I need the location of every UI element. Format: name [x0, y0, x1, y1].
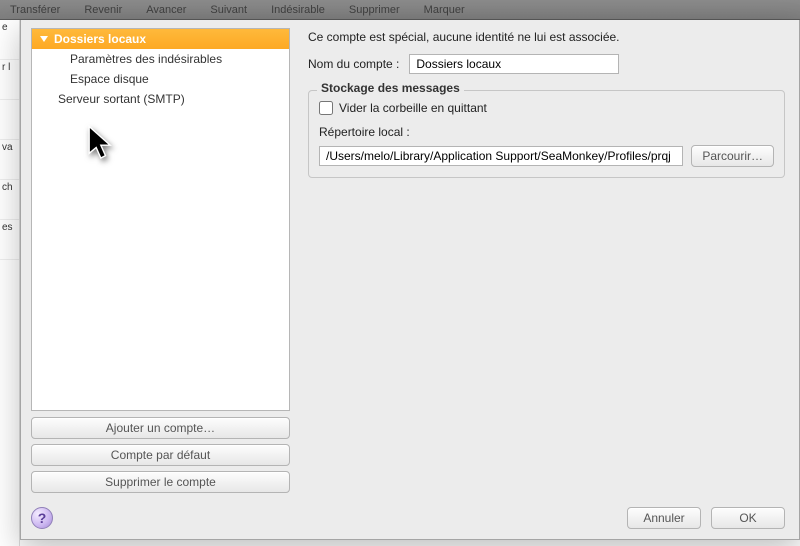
- account-tree-panel: Dossiers locaux Paramètres des indésirab…: [21, 20, 296, 499]
- browse-button[interactable]: Parcourir…: [691, 145, 774, 167]
- tree-group-local-folders[interactable]: Dossiers locaux: [32, 29, 289, 49]
- toolbar-item[interactable]: Indésirable: [271, 4, 325, 16]
- help-button[interactable]: ?: [31, 507, 53, 529]
- account-name-label: Nom du compte :: [308, 57, 399, 71]
- account-description: Ce compte est spécial, aucune identité n…: [308, 30, 785, 44]
- toolbar-item[interactable]: Avancer: [146, 4, 186, 16]
- parent-window-sliver: er lvaches: [0, 20, 20, 546]
- local-dir-input[interactable]: [319, 146, 683, 166]
- empty-trash-checkbox[interactable]: [319, 101, 333, 115]
- toolbar-item[interactable]: Marquer: [424, 4, 465, 16]
- set-default-account-button[interactable]: Compte par défaut: [31, 444, 290, 466]
- local-dir-label: Répertoire local :: [319, 125, 774, 139]
- account-tree[interactable]: Dossiers locaux Paramètres des indésirab…: [31, 28, 290, 411]
- add-account-button[interactable]: Ajouter un compte…: [31, 417, 290, 439]
- cancel-button[interactable]: Annuler: [627, 507, 701, 529]
- tree-group-label: Dossiers locaux: [54, 32, 146, 46]
- toolbar-item[interactable]: Suivant: [210, 4, 247, 16]
- disclosure-triangle-icon[interactable]: [40, 36, 48, 42]
- tree-item-junk-settings[interactable]: Paramètres des indésirables: [32, 49, 289, 69]
- dialog-footer: ? Annuler OK: [21, 499, 799, 539]
- ok-button[interactable]: OK: [711, 507, 785, 529]
- delete-account-button[interactable]: Supprimer le compte: [31, 471, 290, 493]
- tree-item-disk-space[interactable]: Espace disque: [32, 69, 289, 89]
- message-storage-group: Stockage des messages Vider la corbeille…: [308, 90, 785, 178]
- message-storage-title: Stockage des messages: [317, 81, 464, 95]
- toolbar-item[interactable]: Transférer: [10, 4, 60, 16]
- empty-trash-label: Vider la corbeille en quittant: [339, 101, 487, 115]
- account-settings-panel: Ce compte est spécial, aucune identité n…: [296, 20, 799, 499]
- app-toolbar: Transférer Revenir Avancer Suivant Indés…: [0, 0, 800, 20]
- tree-item-smtp[interactable]: Serveur sortant (SMTP): [32, 89, 289, 109]
- account-name-input[interactable]: [409, 54, 619, 74]
- toolbar-item[interactable]: Revenir: [84, 4, 122, 16]
- account-settings-dialog: Dossiers locaux Paramètres des indésirab…: [20, 20, 800, 540]
- toolbar-item[interactable]: Supprimer: [349, 4, 400, 16]
